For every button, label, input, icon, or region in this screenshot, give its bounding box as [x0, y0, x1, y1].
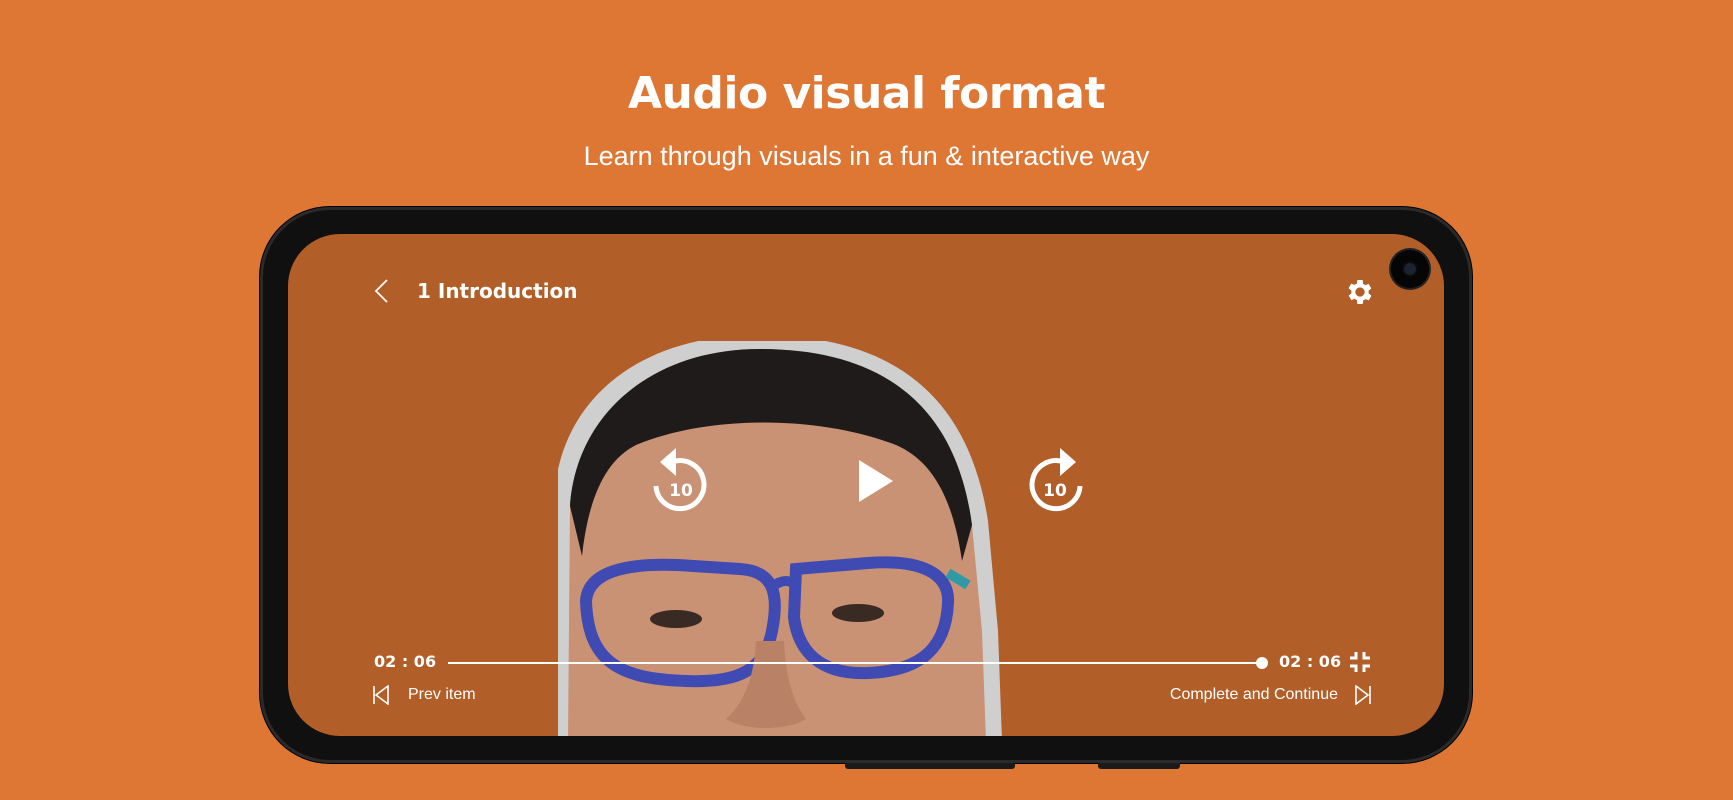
- forward-10-icon: 10: [1029, 448, 1083, 512]
- seek-bar[interactable]: [448, 657, 1268, 669]
- front-camera: [1391, 250, 1429, 288]
- rewind-10-button[interactable]: 10: [648, 448, 710, 514]
- play-icon: [859, 460, 893, 502]
- seek-bar-progress: [448, 662, 1262, 664]
- forward-seconds: 10: [1043, 481, 1067, 501]
- phone-side-button: [845, 763, 1015, 769]
- prev-item-label: Prev item: [408, 686, 476, 703]
- prev-item-button[interactable]: Prev item: [372, 684, 476, 706]
- presenter-video-frame: [558, 341, 1002, 736]
- current-time: 02 : 06: [374, 652, 437, 671]
- exit-fullscreen-icon[interactable]: [1349, 651, 1371, 673]
- headline: Audio visual format: [627, 68, 1106, 119]
- gear-icon[interactable]: [1344, 276, 1376, 308]
- seek-bar-thumb[interactable]: [1256, 657, 1268, 669]
- skip-previous-icon: [373, 685, 389, 705]
- rewind-seconds: 10: [669, 481, 693, 501]
- phone-frame: 1 Introduction 10 10 02 : 06 02: 06 Pre…: [260, 207, 1472, 769]
- complete-and-continue-button[interactable]: Complete and Continue: [1170, 684, 1372, 706]
- back-icon[interactable]: [370, 278, 396, 304]
- skip-next-icon: [1355, 685, 1371, 705]
- play-button[interactable]: [849, 456, 899, 506]
- forward-10-button[interactable]: 10: [1026, 448, 1088, 514]
- complete-and-continue-label: Complete and Continue: [1169, 686, 1338, 703]
- phone-side-button: [1098, 763, 1180, 769]
- duration: 02 : 06: [1279, 652, 1342, 671]
- rewind-10-icon: 10: [653, 448, 707, 512]
- video-player[interactable]: 1 Introduction 10 10 02 : 06 02: 06 Pre…: [288, 234, 1444, 736]
- lesson-title: 1 Introduction: [417, 279, 578, 303]
- subheadline: Learn through visuals in a fun & interac…: [583, 141, 1150, 171]
